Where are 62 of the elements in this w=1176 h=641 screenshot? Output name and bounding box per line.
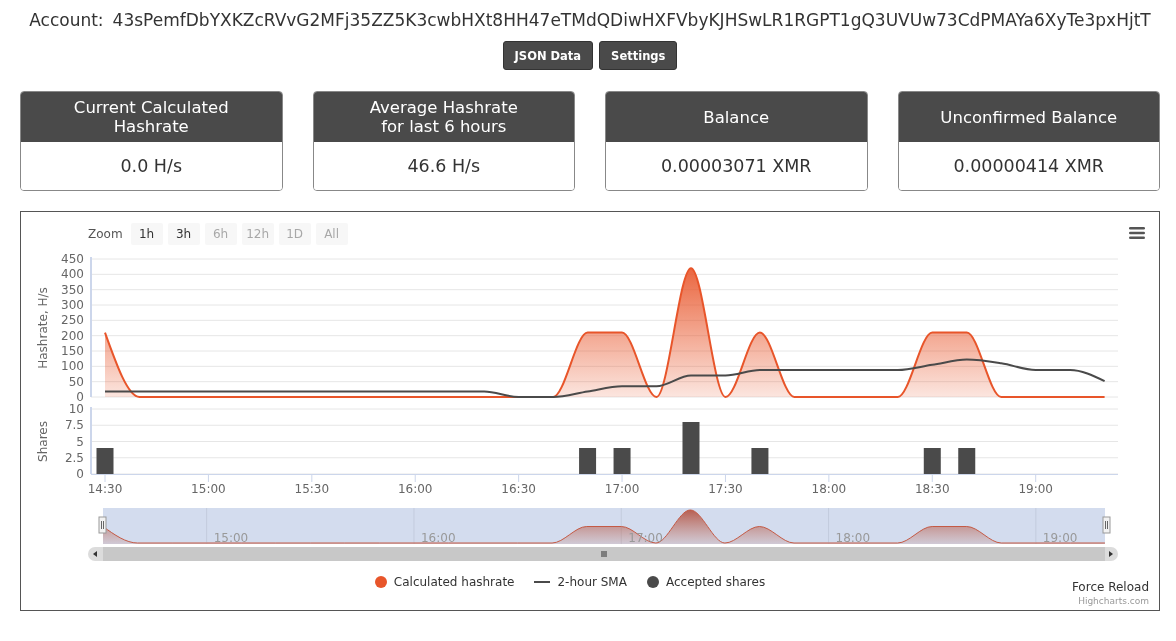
zoom-button[interactable]: 3h bbox=[167, 223, 200, 245]
share-bar bbox=[751, 448, 769, 474]
axis-tick-label: 18:30 bbox=[915, 482, 950, 496]
axis-tick-label: 15:30 bbox=[294, 482, 330, 496]
navigator-handle[interactable] bbox=[1102, 516, 1111, 534]
scrollbar[interactable] bbox=[88, 547, 1118, 561]
axis-tick-label: 0 bbox=[76, 467, 84, 481]
axis-tick-label: 250 bbox=[61, 313, 84, 328]
toolbar-button[interactable]: Settings bbox=[599, 41, 678, 70]
toolbar-button[interactable]: JSON Data bbox=[502, 41, 594, 70]
navigator-drawing[interactable] bbox=[98, 507, 1111, 545]
axis-tick-label: 16:00 bbox=[397, 482, 433, 496]
axis-tick-label: 19:00 bbox=[1018, 482, 1053, 496]
axis-tick-label: 10 bbox=[68, 402, 84, 416]
card-title: Current Calculated Hashrate bbox=[73, 98, 229, 136]
menu-icon[interactable] bbox=[1129, 227, 1145, 239]
card-value: 0.00003071 XMR bbox=[660, 156, 812, 176]
axis-tick-label: 100 bbox=[61, 359, 84, 374]
navigator-label: 18:00 bbox=[835, 531, 871, 545]
navigator-label: 16:00 bbox=[420, 531, 456, 545]
card-title: Balance bbox=[703, 107, 770, 127]
navigator-label: 19:00 bbox=[1042, 531, 1078, 545]
card-value: 0.00000414 XMR bbox=[953, 156, 1105, 176]
card-value: 46.6 H/s bbox=[407, 156, 481, 176]
axis-tick-label: 200 bbox=[61, 328, 84, 343]
share-bar bbox=[923, 448, 941, 474]
axis-tick-label: 7.5 bbox=[64, 418, 84, 433]
axis-tick-label: 0 bbox=[76, 390, 84, 402]
axis-tick-label: 300 bbox=[61, 298, 84, 312]
account-label: Account: bbox=[29, 10, 104, 30]
account-address: 43sPemfDbYXKZcRVvG2MFj35ZZ5K3cwbHXt8HH47eTMdQDiwHXFVbyKJHSwLR1RGPT1gQ3UVUw73CdPMAYa6XyTe3pxHjtT bbox=[112, 10, 1151, 30]
axis-tick-label: 2.5 bbox=[64, 450, 84, 465]
share-bar bbox=[613, 448, 631, 474]
legend-item[interactable]: Accepted shares bbox=[646, 575, 766, 589]
share-bar bbox=[579, 448, 597, 474]
axis-tick-label: 150 bbox=[61, 344, 84, 358]
axis-tick-label: 5 bbox=[76, 434, 84, 449]
axis-tick-label: 15:00 bbox=[191, 482, 226, 496]
axis-tick-label: 18:00 bbox=[811, 482, 847, 496]
legend-item[interactable]: Calculated hashrate bbox=[374, 575, 515, 589]
axis-tick-label: 16:30 bbox=[501, 482, 536, 496]
share-bar bbox=[96, 448, 114, 474]
zoom-button[interactable]: 1h bbox=[130, 223, 163, 245]
axis-tick-label: 17:30 bbox=[708, 482, 743, 496]
axis-tick-label: 14:30 bbox=[87, 482, 123, 496]
axis-tick-label: 350 bbox=[61, 282, 84, 297]
axis-title: Hashrate, H/s bbox=[36, 287, 50, 369]
navigator-label: 15:00 bbox=[213, 531, 249, 545]
zoom-label: Zoom bbox=[88, 227, 123, 241]
force-reload-link[interactable]: Force Reload bbox=[1071, 580, 1149, 594]
card-title: Unconfirmed Balance bbox=[940, 107, 1118, 127]
axis-tick-label: 50 bbox=[68, 374, 84, 389]
share-bar bbox=[958, 448, 976, 474]
navigator-handle[interactable] bbox=[98, 516, 107, 534]
axis-tick-label: 400 bbox=[61, 267, 84, 282]
card-title: Average Hashrate for last 6 hours bbox=[369, 98, 518, 136]
axis-title: Shares bbox=[36, 421, 50, 462]
axis-tick-label: 450 bbox=[61, 252, 84, 266]
legend-item[interactable]: 2-hour SMA bbox=[534, 575, 627, 589]
share-bar bbox=[682, 422, 700, 474]
axis-tick-label: 17:00 bbox=[604, 482, 640, 496]
card-value: 0.0 H/s bbox=[120, 156, 183, 176]
